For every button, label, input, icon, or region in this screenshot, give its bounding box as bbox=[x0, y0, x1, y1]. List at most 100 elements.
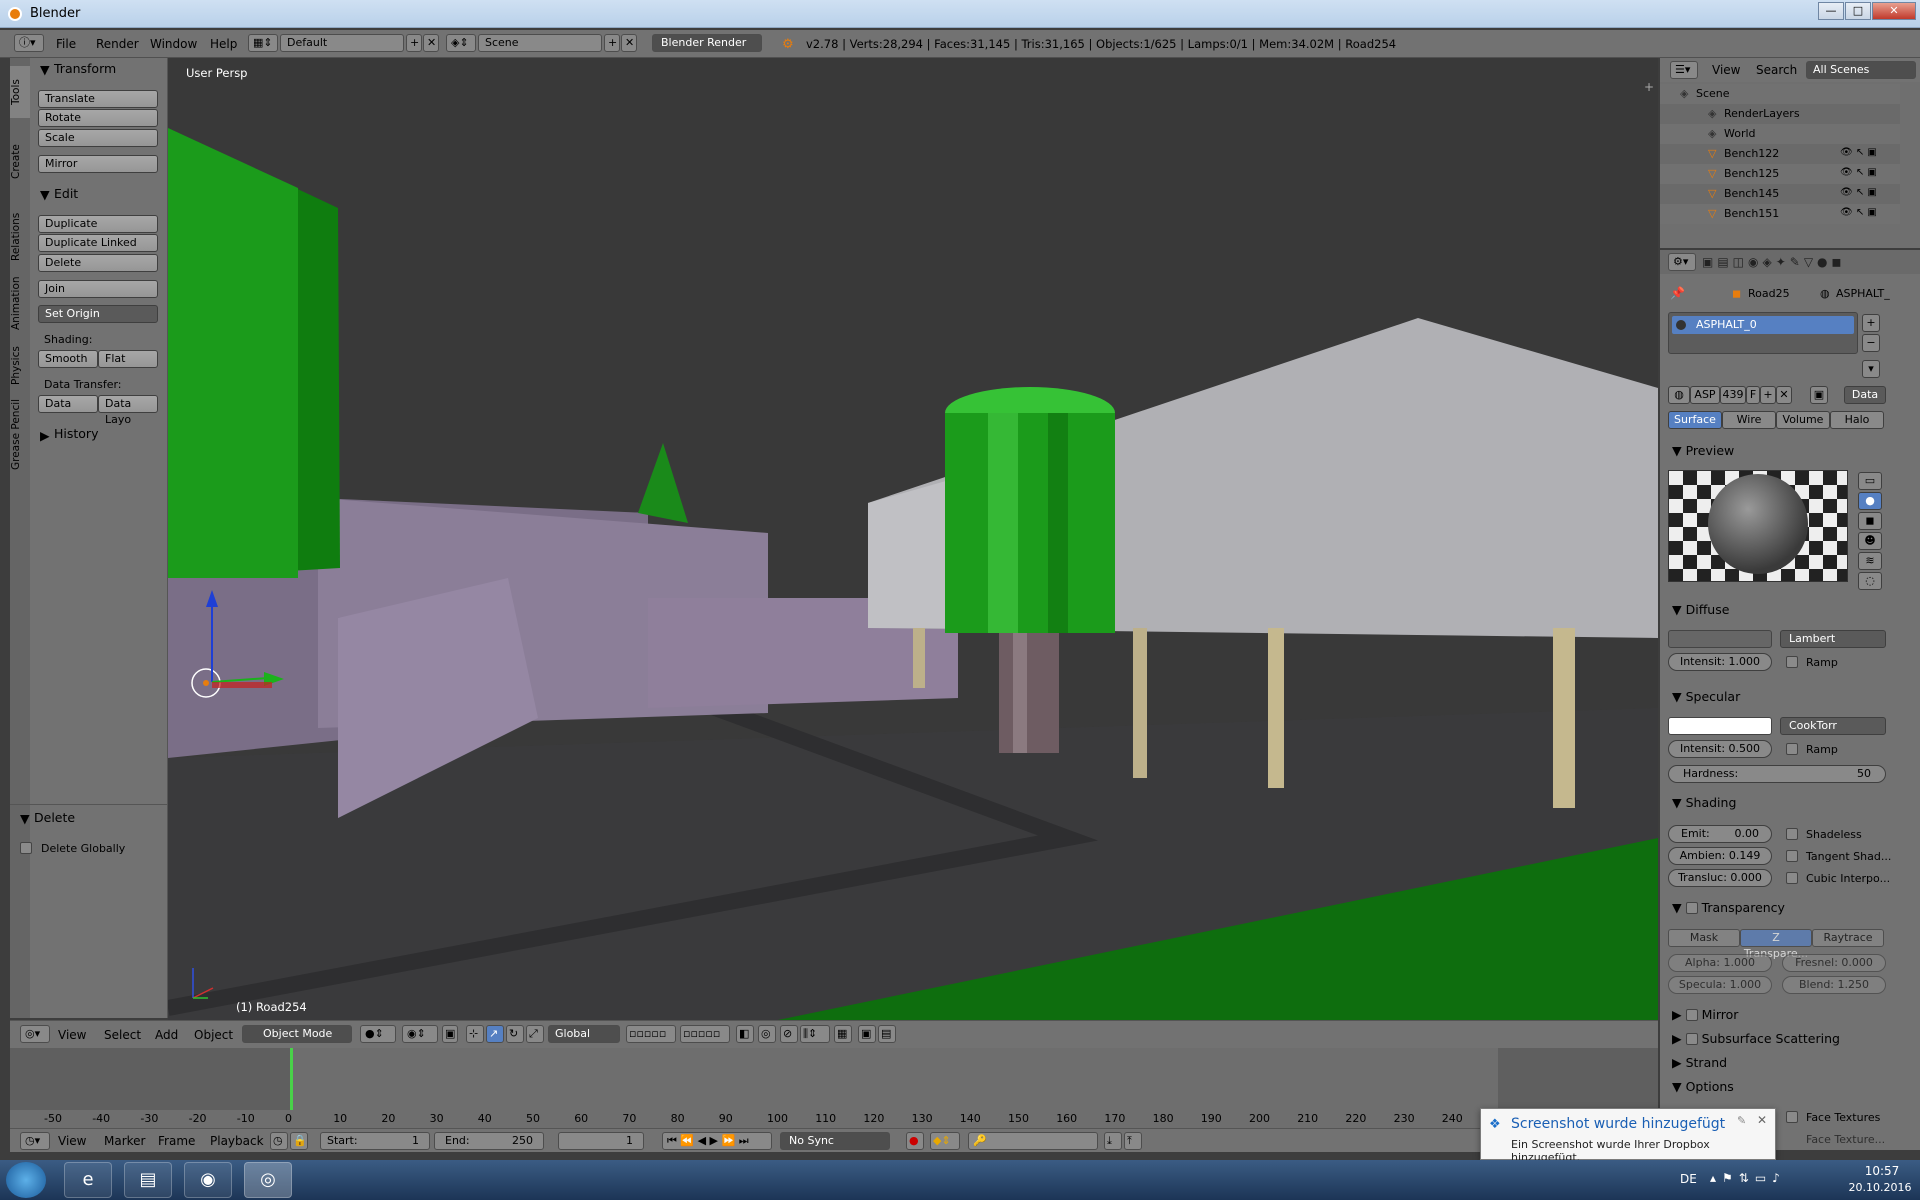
tab-halo[interactable]: Halo bbox=[1830, 411, 1884, 429]
visibility-icons[interactable]: 👁 ↖ ▣ bbox=[1840, 187, 1877, 198]
diffuse-color-swatch[interactable] bbox=[1668, 630, 1772, 648]
outliner-row[interactable]: ▽ Bench151 👁 ↖ ▣ bbox=[1660, 204, 1900, 224]
transform-orientation-select[interactable]: Global bbox=[548, 1025, 620, 1043]
input-language[interactable]: DE bbox=[1680, 1172, 1697, 1186]
scale-button[interactable]: Scale bbox=[38, 129, 158, 147]
transform-panel-arrow-icon[interactable]: ▼ bbox=[40, 62, 50, 77]
menu-window[interactable]: Window bbox=[150, 37, 197, 51]
snap-element-icon[interactable]: ⫼⇕ bbox=[800, 1025, 830, 1043]
blender-taskbar-icon[interactable]: ◎ bbox=[244, 1162, 292, 1198]
scene-icon[interactable]: ◈⇕ bbox=[446, 34, 476, 52]
edit-panel-arrow-icon[interactable]: ▼ bbox=[40, 187, 50, 202]
scale-manipulator-icon[interactable]: ⤢ bbox=[526, 1025, 544, 1043]
render-engine-select[interactable]: Blender Render bbox=[652, 34, 762, 52]
3d-viewport[interactable]: User Persp (1) Road254 + bbox=[168, 58, 1658, 1020]
specular-ramp-checkbox[interactable] bbox=[1786, 743, 1798, 755]
3d-editor-type-icon[interactable]: ◎▾ bbox=[20, 1025, 50, 1043]
firefox-icon[interactable]: ◉ bbox=[184, 1162, 232, 1198]
tab-surface[interactable]: Surface bbox=[1668, 411, 1722, 429]
tab-tools[interactable]: Tools bbox=[10, 66, 30, 118]
snap-icon[interactable]: ⊘ bbox=[780, 1025, 798, 1043]
mirror-checkbox[interactable] bbox=[1685, 1009, 1698, 1021]
outliner-menu-view[interactable]: View bbox=[1712, 63, 1740, 77]
scene-field[interactable]: Scene bbox=[478, 34, 602, 52]
ambient-slider[interactable]: Ambien: 0.149 bbox=[1668, 847, 1772, 865]
tab-volume[interactable]: Volume bbox=[1776, 411, 1830, 429]
diffuse-shader-select[interactable]: Lambert bbox=[1780, 630, 1886, 648]
current-frame-field[interactable]: 1 bbox=[558, 1132, 644, 1150]
dropbox-notification[interactable]: ❖ Screenshot wurde hinzugefügt Ein Scree… bbox=[1480, 1108, 1776, 1164]
outliner-row[interactable]: ◈ RenderLayers bbox=[1660, 104, 1900, 124]
pin-icon[interactable]: 📌 bbox=[1670, 286, 1685, 300]
minimize-button[interactable]: — bbox=[1818, 2, 1844, 20]
current-frame-line[interactable] bbox=[290, 1048, 293, 1110]
lock-layers-icon[interactable]: ◧ bbox=[736, 1025, 754, 1043]
material-users-count[interactable]: 439 bbox=[1720, 386, 1746, 404]
remove-scene-icon[interactable]: ✕ bbox=[621, 34, 637, 52]
layers-grid-1-icon[interactable]: ▫▫▫▫▫ bbox=[626, 1025, 676, 1043]
internet-explorer-icon[interactable]: e bbox=[64, 1162, 112, 1198]
remove-slot-button[interactable]: − bbox=[1862, 334, 1880, 352]
new-material-icon[interactable]: + bbox=[1760, 386, 1776, 404]
add-screen-icon[interactable]: + bbox=[406, 34, 422, 52]
record-icon[interactable]: ● bbox=[906, 1132, 924, 1150]
timeline-editor-type-icon[interactable]: ◷▾ bbox=[20, 1132, 50, 1150]
diffuse-panel-header[interactable]: ▼ Diffuse bbox=[1672, 602, 1729, 617]
menu-render[interactable]: Render bbox=[96, 37, 139, 51]
edit-panel-header[interactable]: Edit bbox=[54, 186, 78, 201]
emit-slider[interactable]: Emit: 0.00 bbox=[1668, 825, 1772, 843]
preview-panel-header[interactable]: ▼ Preview bbox=[1672, 443, 1734, 458]
menu-view[interactable]: View bbox=[58, 1028, 86, 1042]
opengl-render-icon[interactable]: ▣ bbox=[858, 1025, 876, 1043]
strand-panel-header[interactable]: ▶ Strand bbox=[1672, 1055, 1727, 1070]
material-browse-icon[interactable]: ◍ bbox=[1668, 386, 1690, 404]
lock-range-icon[interactable]: 🔒 bbox=[290, 1132, 308, 1150]
tab-wire[interactable]: Wire bbox=[1722, 411, 1776, 429]
history-panel-arrow-icon[interactable]: ▶ bbox=[40, 428, 50, 443]
specular-alpha-slider[interactable]: Specula: 1.000 bbox=[1668, 976, 1772, 994]
preview-cube-icon[interactable]: ◼ bbox=[1858, 512, 1882, 530]
breadcrumb-material[interactable]: ASPHALT_ bbox=[1836, 287, 1890, 300]
material-slot-active[interactable]: ASPHALT_0 bbox=[1672, 316, 1854, 334]
delete-button[interactable]: Delete bbox=[38, 254, 158, 272]
file-explorer-icon[interactable]: ▤ bbox=[124, 1162, 172, 1198]
editor-type-info-icon[interactable]: ⓘ▾ bbox=[14, 34, 44, 52]
slot-specials-button[interactable]: ▾ bbox=[1862, 360, 1880, 378]
outliner-row[interactable]: ▽ Bench122 👁 ↖ ▣ bbox=[1660, 144, 1900, 164]
tab-animation[interactable]: Animation bbox=[10, 270, 30, 336]
properties-editor-type-icon[interactable]: ⚙▾ bbox=[1668, 253, 1696, 271]
specular-panel-header[interactable]: ▼ Specular bbox=[1672, 689, 1740, 704]
menu-file[interactable]: File bbox=[56, 37, 76, 51]
outliner-row[interactable]: ▽ Bench145 👁 ↖ ▣ bbox=[1660, 184, 1900, 204]
set-origin-menu[interactable]: Set Origin bbox=[38, 305, 158, 323]
mirror-button[interactable]: Mirror bbox=[38, 155, 158, 173]
transparency-panel-header[interactable]: ▼ Transparency bbox=[1672, 900, 1785, 915]
translate-manipulator-icon[interactable]: ↗ bbox=[486, 1025, 504, 1043]
end-frame-field[interactable]: End: 250 bbox=[434, 1132, 544, 1150]
join-button[interactable]: Join bbox=[38, 280, 158, 298]
alpha-slider[interactable]: Alpha: 1.000 bbox=[1668, 954, 1772, 972]
timeline-menu-frame[interactable]: Frame bbox=[158, 1134, 195, 1148]
start-frame-field[interactable]: Start: 1 bbox=[320, 1132, 430, 1150]
settings-icon[interactable]: ✎ bbox=[1737, 1114, 1746, 1127]
flat-button[interactable]: Flat bbox=[98, 350, 158, 368]
visibility-icons[interactable]: 👁 ↖ ▣ bbox=[1840, 167, 1877, 178]
fresnel-slider[interactable]: Fresnel: 0.000 bbox=[1782, 954, 1886, 972]
transparency-mask-tab[interactable]: Mask bbox=[1668, 929, 1740, 947]
transparency-ztransp-tab[interactable]: Z Transpare... bbox=[1740, 929, 1812, 960]
tab-grease-pencil[interactable]: Grease Pencil bbox=[10, 396, 30, 472]
outliner-row[interactable]: ◈ World bbox=[1660, 124, 1900, 144]
properties-context-icons[interactable]: ▣▤◫◉◈✦✎▽●◼ bbox=[1702, 255, 1845, 269]
data-transfer-button[interactable]: Data bbox=[38, 395, 98, 413]
specular-shader-select[interactable]: CookTorr bbox=[1780, 717, 1886, 735]
object-mode-select[interactable]: Object Mode bbox=[242, 1025, 352, 1043]
timeline-menu-marker[interactable]: Marker bbox=[104, 1134, 145, 1148]
link-data-select[interactable]: Data bbox=[1844, 386, 1886, 404]
timeline-menu-view[interactable]: View bbox=[58, 1134, 86, 1148]
transparency-raytrace-tab[interactable]: Raytrace bbox=[1812, 929, 1884, 947]
close-window-button[interactable]: ✕ bbox=[1872, 2, 1916, 20]
preview-sphere-icon[interactable]: ● bbox=[1858, 492, 1882, 510]
timeline-menu-playback[interactable]: Playback bbox=[210, 1134, 264, 1148]
fake-user-button[interactable]: F bbox=[1746, 386, 1760, 404]
shading-panel-header[interactable]: ▼ Shading bbox=[1672, 795, 1736, 810]
